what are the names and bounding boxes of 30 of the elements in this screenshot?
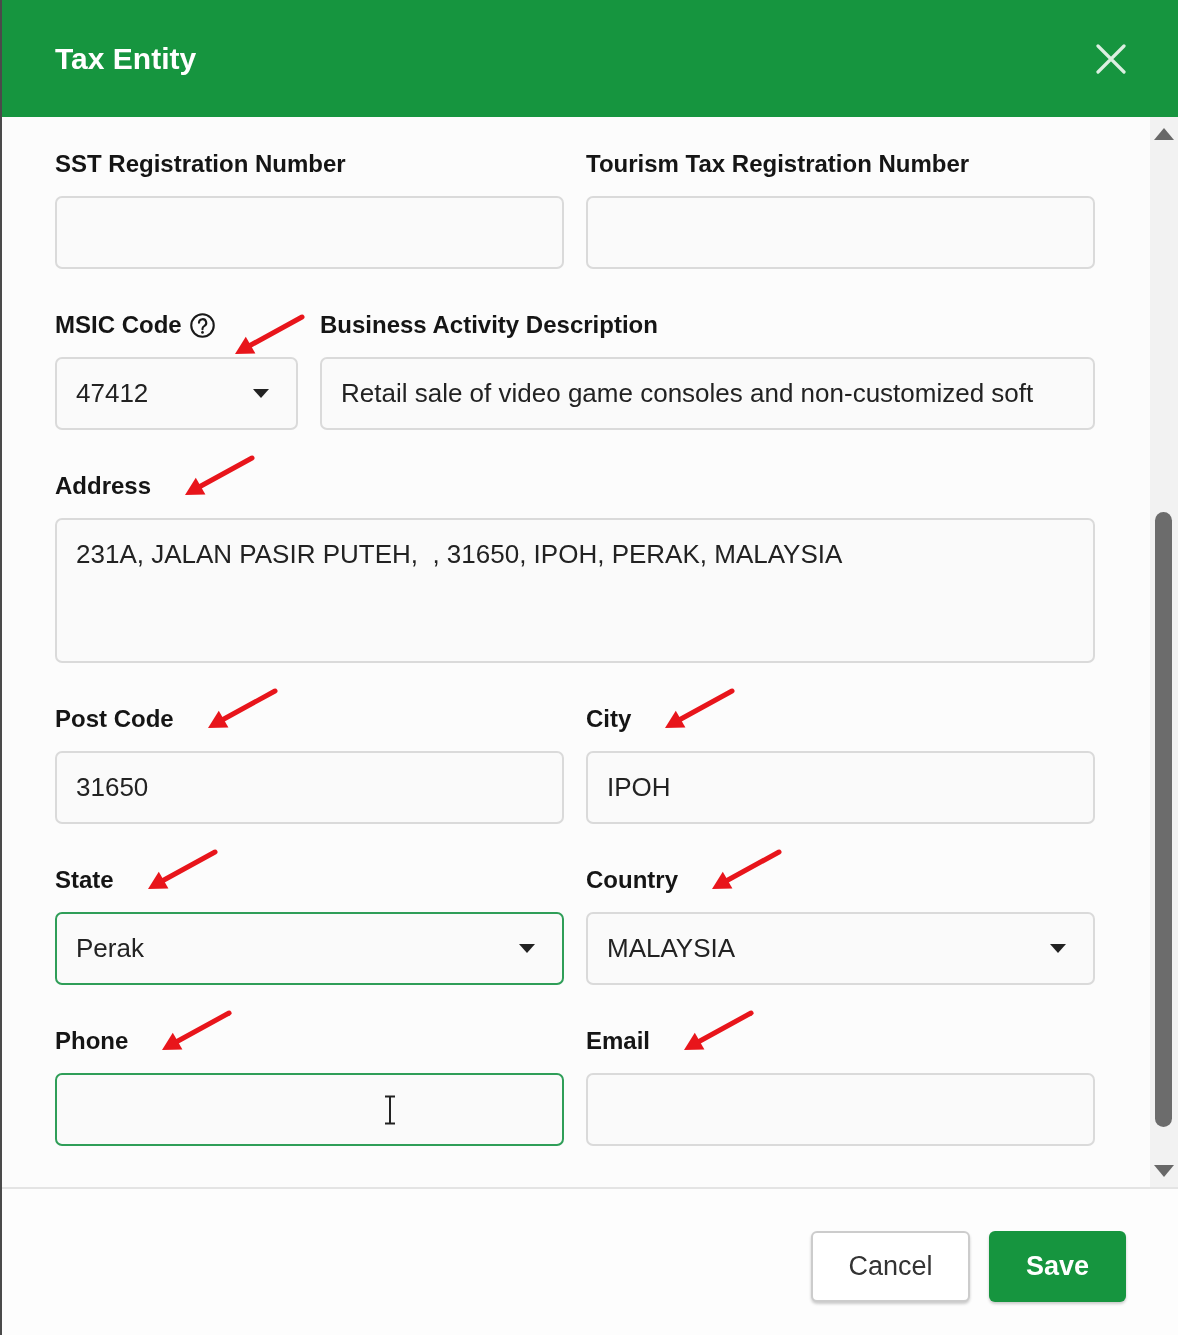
caret-icon (1050, 944, 1066, 953)
field-label: Address (55, 471, 152, 501)
dropdown-field[interactable]: Perak (55, 912, 564, 985)
cancel-button[interactable]: Cancel (811, 1231, 970, 1302)
dropdown-field[interactable]: 47412 (55, 357, 298, 430)
caret-icon (519, 944, 535, 953)
input-field[interactable]: Retail sale of video game consoles and non-customized soft (320, 357, 1095, 430)
dialog-title: Tax Entity (55, 40, 197, 77)
field-label: SST Registration Number (55, 149, 346, 179)
save-button[interactable]: Save (989, 1231, 1126, 1302)
input-field[interactable] (55, 1073, 564, 1146)
field-label: Phone (55, 1026, 129, 1056)
help-icon[interactable] (189, 312, 215, 338)
input-field[interactable]: 31650 (55, 751, 564, 824)
input-field[interactable]: IPOH (586, 751, 1095, 824)
field-label: City (586, 704, 632, 734)
caret-icon (253, 389, 269, 398)
field-label: Business Activity Description (320, 310, 658, 340)
field-label: MSIC Code (55, 310, 182, 340)
field-label: Post Code (55, 704, 174, 734)
scroll-up-icon[interactable] (1154, 128, 1174, 140)
field-label: Country (586, 865, 678, 895)
field-label: Tourism Tax Registration Number (586, 149, 970, 179)
dropdown-field[interactable]: MALAYSIA (586, 912, 1095, 985)
field-label: State (55, 865, 114, 895)
scrollbar-thumb[interactable] (1155, 512, 1172, 1128)
field-label: Email (586, 1026, 651, 1056)
scroll-down-icon[interactable] (1154, 1165, 1174, 1177)
close-icon[interactable] (1096, 43, 1126, 74)
text-area-field[interactable]: 231A, JALAN PASIR PUTEH, , 31650, IPOH, PERAK, MALAYSIA (55, 518, 1095, 663)
